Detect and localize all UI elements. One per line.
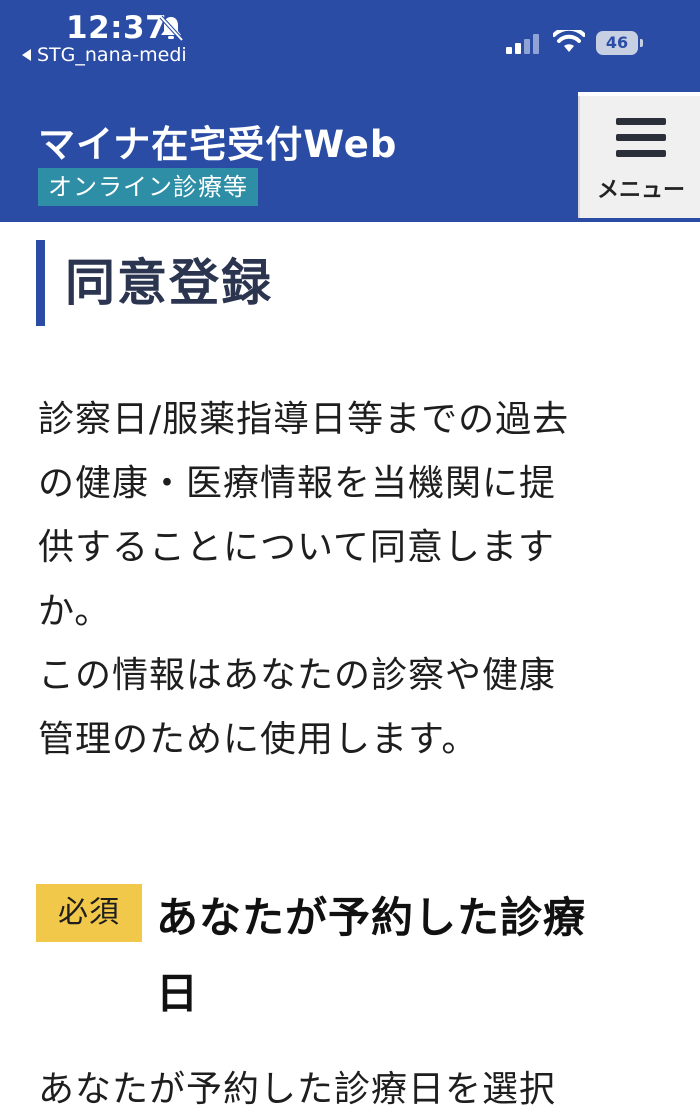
consent-description: 診察日/服薬指導日等までの過去 の健康・医療情報を当機関に提 供することについて… xyxy=(38,388,668,772)
bell-mute-icon xyxy=(159,15,184,42)
back-to-app-link[interactable]: STG_nana-medi xyxy=(22,44,187,66)
back-app-label: STG_nana-medi xyxy=(37,44,187,66)
app-header: マイナ在宅受付Web オンライン診療等 xyxy=(0,92,578,220)
battery-icon: 46 xyxy=(596,31,644,55)
page-title: 同意登録 xyxy=(65,254,273,312)
description-line: この情報はあなたの診察や健康 xyxy=(38,655,557,696)
description-line: 供することについて同意します xyxy=(38,527,555,568)
back-arrow-icon xyxy=(22,49,31,61)
menu-label: メニュー xyxy=(596,178,685,203)
page-heading: 同意登録 xyxy=(36,240,273,326)
status-time: 12:37 xyxy=(66,10,168,46)
description-line: か。 xyxy=(38,591,112,632)
description-line: の健康・医療情報を当機関に提 xyxy=(38,463,557,504)
required-badge: 必須 xyxy=(36,884,142,942)
app-title: マイナ在宅受付Web xyxy=(38,123,398,166)
cellular-signal-icon xyxy=(506,34,539,54)
battery-level: 46 xyxy=(596,31,638,55)
app-subtitle-badge: オンライン診療等 xyxy=(38,168,258,206)
description-line: 管理のために使用します。 xyxy=(38,719,479,760)
description-line: 診察日/服薬指導日等までの過去 xyxy=(38,399,570,440)
section-title-line: あなたが予約した診療 xyxy=(156,893,587,942)
header-divider xyxy=(0,218,700,222)
menu-button[interactable]: メニュー xyxy=(578,96,700,220)
section-description: あなたが予約した診療日を選択 xyxy=(38,1069,557,1110)
section-title-line: 日 xyxy=(156,969,200,1018)
hamburger-menu-icon xyxy=(616,118,666,158)
status-bar: 12:37 STG_nana-medi 46 xyxy=(0,0,700,92)
section-title: あなたが予約した診療 日 xyxy=(156,880,676,1032)
wifi-icon xyxy=(553,30,585,52)
